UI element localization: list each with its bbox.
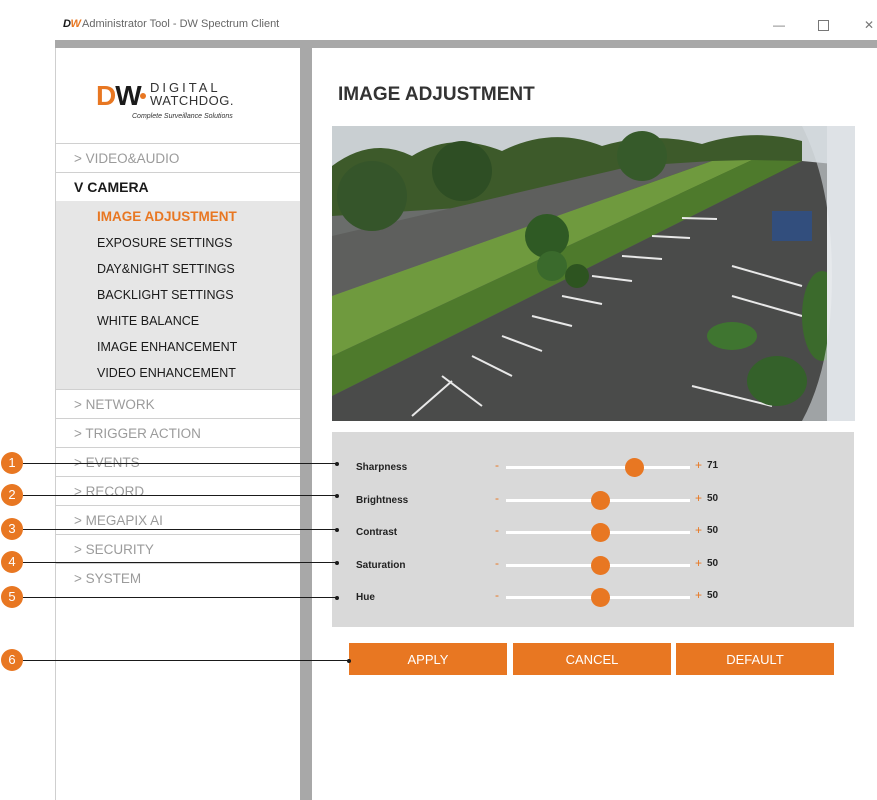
slider-label: Sharpness [356,462,408,473]
cancel-button[interactable]: CANCEL [513,643,671,675]
increase-button[interactable]: + [695,458,702,472]
callout-number: 6 [1,649,23,671]
submenu-item-image-adjustment[interactable]: IMAGE ADJUSTMENT [56,204,301,230]
slider-thumb[interactable] [625,458,645,477]
submenu-item-exposure-settings[interactable]: EXPOSURE SETTINGS [56,230,301,256]
sidebar-item-video-audio[interactable]: > VIDEO&AUDIO [56,143,301,172]
callout-line [23,562,337,563]
slider-thumb[interactable] [590,556,610,575]
sidebar-item-events[interactable]: > EVENTS [56,447,301,476]
brand-mark: DW [96,80,142,111]
slider-value: 50 [707,525,719,536]
slider-row-saturation: Saturation - +50 [332,549,854,581]
slider-label: Brightness [356,495,409,506]
slider-value: 71 [707,460,719,471]
sidebar-item-camera[interactable]: V CAMERA [56,172,301,201]
maximize-icon [817,20,829,32]
submenu-item-image-enhancement[interactable]: IMAGE ENHANCEMENT [56,334,301,360]
increase-button[interactable]: + [695,556,702,570]
sidebar-item-record[interactable]: > RECORD [56,476,301,505]
decrease-button[interactable]: - [495,523,499,537]
slider-label: Saturation [356,560,406,571]
increase-button[interactable]: + [695,491,702,505]
callout-line [23,529,337,530]
brand-line2: WATCHDOG. [150,93,234,108]
slider-row-contrast: Contrast - +50 [332,516,854,548]
decrease-button[interactable]: - [495,491,499,505]
slider-row-sharpness: Sharpness - +71 [332,451,854,483]
page-title: IMAGE ADJUSTMENT [338,84,535,105]
slider-value: 50 [707,558,719,569]
window-top-border [55,40,877,48]
sidebar-item-security[interactable]: > SECURITY [56,534,301,563]
camera-submenu: IMAGE ADJUSTMENT EXPOSURE SETTINGS DAY&N… [56,201,301,389]
callout-number: 1 [1,452,23,474]
decrease-button[interactable]: - [495,556,499,570]
apply-button[interactable]: APPLY [349,643,507,675]
increase-button[interactable]: + [695,523,702,537]
callout-line [23,463,337,464]
submenu-item-white-balance[interactable]: WHITE BALANCE [56,308,301,334]
callout-number: 5 [1,586,23,608]
minimize-button[interactable]: — [759,12,799,38]
slider-thumb[interactable] [590,491,610,510]
brand-dot-icon [140,93,146,99]
decrease-button[interactable]: - [495,588,499,602]
callout-dot [335,461,339,466]
callout-dot [335,595,339,600]
slider-thumb[interactable] [590,523,610,542]
parking-lot-image [332,126,855,421]
decrease-button[interactable]: - [495,458,499,472]
callout-line [23,660,349,661]
window-title: Administrator Tool - DW Spectrum Client [82,18,280,30]
default-button[interactable]: DEFAULT [676,643,834,675]
sidebar-item-network[interactable]: > NETWORK [56,389,301,418]
callout-dot [335,527,339,532]
camera-preview-image [332,126,855,421]
slider-label: Hue [356,592,375,603]
brand-tagline: Complete Surveillance Solutions [132,113,233,120]
brand-logo: DW DIGITAL WATCHDOG. Complete Surveillan… [96,80,266,125]
callout-dot [335,493,339,498]
close-button[interactable]: ✕ [849,12,877,38]
slider-label: Contrast [356,527,398,538]
submenu-item-day-night-settings[interactable]: DAY&NIGHT SETTINGS [56,256,301,282]
callout-number: 4 [1,551,23,573]
adjustment-sliders-panel: Sharpness - +71 Brightness - +50 Contrast - +50 S… [332,432,854,627]
sidebar-item-trigger-action[interactable]: > TRIGGER ACTION [56,418,301,447]
submenu-item-video-enhancement[interactable]: VIDEO ENHANCEMENT [56,360,301,386]
main-content: IMAGE ADJUSTMENT Sharpness - + 71 Bright… [312,48,877,800]
increase-button[interactable]: + [695,588,702,602]
slider-row-hue: Hue - +50 [332,581,854,613]
slider-track[interactable] [506,466,690,469]
window-titlebar: DW Administrator Tool - DW Spectrum Clie… [55,10,877,40]
callout-dot [347,658,351,663]
app-logo: DW [63,18,81,30]
sidebar-item-system[interactable]: > SYSTEM [56,563,301,592]
callout-number: 2 [1,484,23,506]
callout-line [23,495,337,496]
panel-divider [300,48,312,800]
slider-row-brightness: Brightness - +50 [332,484,854,516]
slider-value: 50 [707,493,719,504]
callout-dot [335,560,339,565]
callout-line [23,597,337,598]
slider-thumb[interactable] [590,588,610,607]
slider-value: 50 [707,590,719,601]
submenu-item-backlight-settings[interactable]: BACKLIGHT SETTINGS [56,282,301,308]
callout-number: 3 [1,518,23,540]
sidebar-menu: > VIDEO&AUDIO V CAMERA IMAGE ADJUSTMENT … [56,143,301,592]
maximize-button[interactable] [803,12,843,38]
sidebar: DW DIGITAL WATCHDOG. Complete Surveillan… [55,48,301,800]
